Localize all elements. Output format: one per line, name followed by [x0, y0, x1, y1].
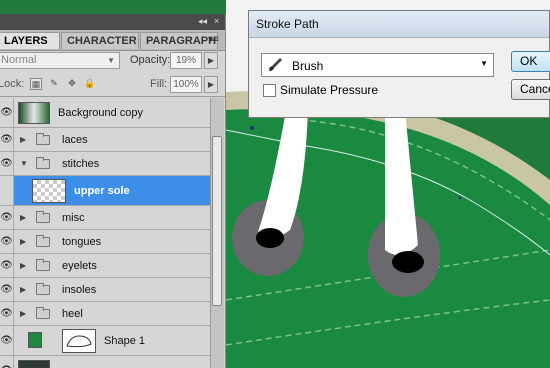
folder-icon [36, 133, 50, 145]
eye-icon[interactable]: 👁 [0, 152, 14, 175]
tab-character[interactable]: CHARACTER [61, 32, 139, 49]
simulate-pressure-checkbox[interactable] [263, 84, 276, 97]
expand-arrow-icon[interactable]: ▶ [20, 261, 26, 270]
layer-name: Background copy [58, 107, 143, 119]
eye-icon[interactable]: 👁 [0, 98, 14, 127]
layer-group-stitches[interactable]: 👁 ▼ stitches [0, 152, 210, 176]
layer-background-copy[interactable]: 👁 Background copy [0, 98, 210, 128]
layer-color-thumbnail [28, 332, 42, 348]
blend-mode-select[interactable]: Normal ▼ [0, 52, 120, 69]
layer-thumbnail [18, 102, 50, 124]
tool-select[interactable]: Brush ▼ [261, 53, 494, 77]
layers-panel: ◂◂ × LAYERS CHARACTER PARAGRAPH ▾≡ Norma… [0, 14, 226, 368]
opacity-input[interactable]: 19% [170, 52, 202, 69]
layer-group-misc[interactable]: 👁 ▶ misc [0, 206, 210, 230]
folder-icon [36, 307, 50, 319]
layer-group-heel[interactable]: 👁 ▶ heel [0, 302, 210, 326]
layer-name: tongues [62, 236, 102, 248]
ok-button[interactable]: OK [511, 51, 550, 72]
tab-paragraph[interactable]: PARAGRAPH [140, 32, 218, 49]
lock-transparent-pixels-icon[interactable]: ▦ [30, 78, 42, 90]
panel-tabs: LAYERS CHARACTER PARAGRAPH ▾≡ [0, 30, 225, 51]
stroke-path-dialog: Stroke Path Brush ▼ Simulate Pressure OK… [248, 10, 550, 118]
eye-icon[interactable] [0, 176, 14, 205]
layer-mask-thumbnail [62, 329, 96, 353]
folder-icon [36, 235, 50, 247]
eye-icon[interactable]: 👁 [0, 302, 14, 325]
scrollbar-thumb[interactable] [212, 136, 222, 306]
layers-scrollbar[interactable] [210, 98, 224, 368]
layer-group-insoles[interactable]: 👁 ▶ insoles [0, 278, 210, 302]
layer-name: heel [62, 308, 83, 320]
layer-group-laces[interactable]: 👁 ▶ laces [0, 128, 210, 152]
eye-icon[interactable]: 👁 [0, 230, 14, 253]
eye-icon[interactable]: 👁 [0, 326, 14, 355]
blend-mode-value: Normal [1, 54, 37, 66]
layer-name: eyelets [62, 260, 97, 272]
brush-icon [269, 58, 282, 71]
folder-icon [36, 259, 50, 271]
eye-icon[interactable]: 👁 [0, 206, 14, 229]
layer-partial[interactable]: 👁 [0, 356, 210, 368]
layer-name: misc [62, 212, 85, 224]
opacity-slider-button[interactable]: ▶ [204, 52, 218, 69]
tab-layers[interactable]: LAYERS [0, 32, 60, 49]
chevron-down-icon: ▼ [480, 59, 488, 68]
fill-label: Fill: [150, 78, 168, 90]
expand-arrow-icon[interactable]: ▶ [20, 135, 26, 144]
layer-shape-1[interactable]: 👁 Shape 1 [0, 326, 210, 356]
chevron-down-icon: ▼ [107, 56, 115, 65]
layer-name: Shape 1 [104, 335, 145, 347]
lock-label: Lock: [0, 78, 25, 90]
collapse-icon[interactable]: ◂◂ [198, 16, 207, 27]
folder-icon [36, 157, 50, 169]
fill-input[interactable]: 100% [170, 76, 202, 93]
layer-name: upper sole [74, 185, 130, 197]
panel-menu-icon[interactable]: ▾≡ [208, 34, 219, 45]
lock-all-icon[interactable]: 🔒 [84, 78, 96, 90]
lock-image-pixels-icon[interactable]: ✎ [48, 78, 60, 90]
close-icon[interactable]: × [214, 16, 219, 26]
layer-name: laces [62, 134, 88, 146]
layer-group-eyelets[interactable]: 👁 ▶ eyelets [0, 254, 210, 278]
opacity-label: Opacity: [130, 54, 171, 66]
simulate-pressure-label[interactable]: Simulate Pressure [280, 83, 378, 97]
fill-slider-button[interactable]: ▶ [204, 76, 218, 93]
layer-list: 👁 Background copy 👁 ▶ laces 👁 ▼ stitches… [0, 98, 210, 368]
expand-arrow-icon[interactable]: ▶ [20, 285, 26, 294]
tool-select-value: Brush [292, 59, 324, 73]
layer-thumbnail [18, 360, 50, 368]
layer-name: stitches [62, 158, 100, 170]
eye-icon[interactable]: 👁 [0, 128, 14, 151]
layer-group-tongues[interactable]: 👁 ▶ tongues [0, 230, 210, 254]
cancel-button[interactable]: Cancel [511, 79, 550, 100]
lock-position-icon[interactable]: ✥ [66, 78, 78, 90]
folder-icon [36, 211, 50, 223]
layer-thumbnail [32, 179, 66, 203]
expand-arrow-icon[interactable]: ▶ [20, 237, 26, 246]
layer-name: insoles [62, 284, 97, 296]
eye-icon[interactable]: 👁 [0, 278, 14, 301]
expand-arrow-icon[interactable]: ▶ [20, 309, 26, 318]
expand-arrow-icon[interactable]: ▶ [20, 213, 26, 222]
dialog-title[interactable]: Stroke Path [249, 11, 549, 38]
folder-icon [36, 283, 50, 295]
eye-icon[interactable]: 👁 [0, 356, 14, 368]
panel-title-bar[interactable]: ◂◂ × [0, 14, 225, 30]
layer-upper-sole[interactable]: upper sole [0, 176, 210, 206]
eye-icon[interactable]: 👁 [0, 254, 14, 277]
collapse-arrow-icon[interactable]: ▼ [20, 159, 28, 168]
